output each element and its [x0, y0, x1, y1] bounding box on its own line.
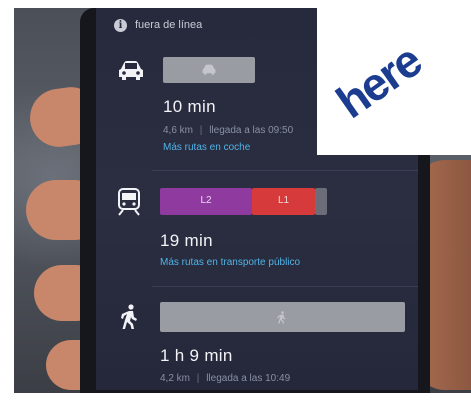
offline-status: fuera de línea [135, 19, 203, 31]
meta-separator: | [199, 125, 203, 136]
route-divider [152, 286, 418, 287]
car-travel-time: 10 min [163, 97, 216, 116]
more-transit-routes-link[interactable]: Más rutas en transporte público [160, 257, 300, 268]
segment-label: L2 [200, 195, 212, 206]
walking-icon [277, 311, 286, 324]
here-logo: here [327, 34, 431, 129]
here-logo-card: here [317, 8, 471, 155]
walk-distance: 4,2 km [160, 373, 191, 384]
transit-segment-l1: L1 [252, 188, 315, 215]
walking-icon [121, 304, 137, 329]
more-car-routes-link[interactable]: Más rutas en coche [163, 142, 250, 153]
transit-segment-l2: L2 [160, 188, 252, 215]
photo-scene: i fuera de línea 10 min 4,6 km | llegada… [0, 0, 471, 403]
walk-route-meta: 4,2 km | llegada a las 10:49 [160, 373, 290, 384]
walk-arrival: llegada a las 10:49 [206, 373, 291, 384]
segment-label: L1 [277, 195, 290, 206]
car-arrival: llegada a las 09:50 [209, 125, 294, 136]
here-logo-text: here [327, 34, 431, 129]
info-icon: i [114, 18, 127, 32]
route-divider [152, 170, 418, 171]
walk-route-bar [160, 302, 405, 332]
bottom-border [0, 393, 471, 403]
car-route-meta: 4,6 km | llegada a las 09:50 [163, 125, 293, 136]
transit-bar-tail [315, 188, 327, 215]
walk-travel-time: 1 h 9 min [160, 346, 233, 365]
meta-separator: | [196, 373, 200, 384]
transit-travel-time: 19 min [160, 231, 213, 250]
car-icon [202, 64, 216, 75]
car-distance: 4,6 km [163, 125, 194, 136]
car-route-bar [163, 57, 255, 83]
train-icon [118, 188, 140, 216]
status-bar: i fuera de línea [114, 16, 202, 34]
car-icon [119, 61, 143, 80]
